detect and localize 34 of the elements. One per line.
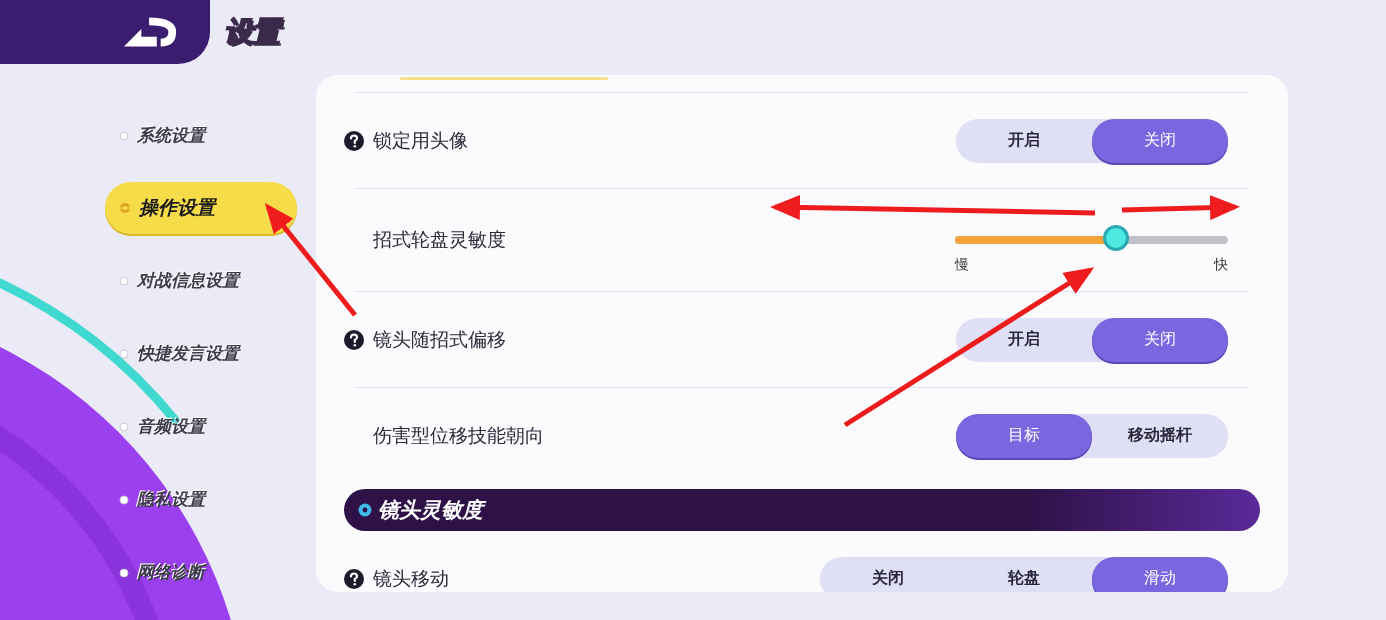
help-icon[interactable] xyxy=(344,329,364,350)
option-button[interactable]: 开启 xyxy=(956,118,1092,163)
sidebar-item[interactable]: 音频设置 xyxy=(105,390,205,463)
section-icon xyxy=(358,503,372,517)
help-icon[interactable] xyxy=(344,130,364,151)
sidebar-item[interactable]: 快捷发言设置 xyxy=(105,317,239,390)
sidebar-item[interactable]: 隐私设置 xyxy=(105,463,205,536)
option-button[interactable]: 关闭 xyxy=(820,556,956,592)
bullet-icon xyxy=(119,567,129,578)
option-button[interactable]: 关闭 xyxy=(1092,317,1228,362)
option-button[interactable]: 目标 xyxy=(956,413,1092,458)
setting-label: 镜头移动 xyxy=(373,565,449,591)
bullet-icon xyxy=(119,275,129,286)
setting-label: 招式轮盘灵敏度 xyxy=(373,227,506,252)
bullet-icon xyxy=(119,130,129,141)
option-button[interactable]: 滑动 xyxy=(1092,556,1228,592)
bullet-icon xyxy=(119,348,129,359)
bullet-icon xyxy=(119,494,129,505)
setting-label: 镜头随招式偏移 xyxy=(373,326,506,352)
sidebar-item[interactable]: 系统设置 xyxy=(105,99,205,172)
option-button[interactable]: 开启 xyxy=(956,317,1092,362)
slider-min-label: 慢 xyxy=(955,256,969,274)
bullet-icon xyxy=(119,421,129,432)
sidebar-item[interactable]: 操作设置 xyxy=(105,182,297,234)
option-button[interactable]: 轮盘 xyxy=(956,556,1092,592)
help-icon[interactable] xyxy=(344,568,364,589)
setting-label: 锁定用头像 xyxy=(373,127,468,153)
option-button[interactable]: 关闭 xyxy=(1092,118,1228,163)
setting-label: 伤害型位移技能朝向 xyxy=(373,422,544,448)
sidebar-item[interactable]: 对战信息设置 xyxy=(105,244,239,317)
option-button[interactable]: 移动摇杆 xyxy=(1092,413,1228,458)
slider-max-label: 快 xyxy=(1214,256,1228,274)
ball-icon xyxy=(119,202,131,214)
slider-thumb[interactable] xyxy=(1103,225,1130,251)
